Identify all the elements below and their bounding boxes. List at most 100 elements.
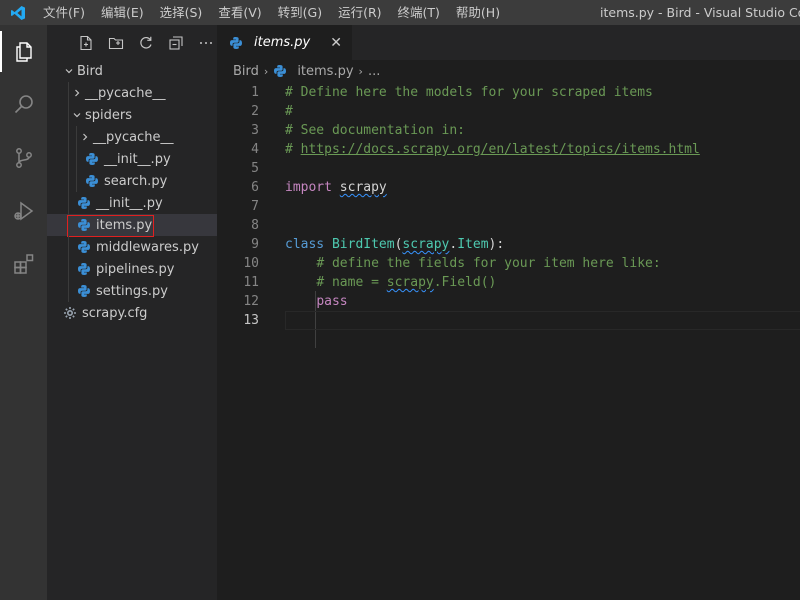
more-actions-icon[interactable] <box>196 32 217 54</box>
code-token: class <box>285 237 325 252</box>
chevron-right-icon[interactable] <box>69 88 85 98</box>
tree-item-label: __init__.py <box>104 151 171 167</box>
tree-indent-guide <box>76 148 77 170</box>
tree-folder[interactable]: spiders <box>47 104 217 126</box>
tree-file[interactable]: items.py <box>47 214 217 237</box>
code-line: 2 # <box>217 102 800 121</box>
code-text: pass <box>285 292 347 311</box>
close-icon[interactable]: ✕ <box>330 35 342 51</box>
line-number: 2 <box>251 104 259 119</box>
new-file-icon[interactable] <box>75 32 96 54</box>
extensions-icon[interactable] <box>0 237 47 290</box>
python-file-icon <box>85 174 99 188</box>
code-token: Item <box>457 237 489 252</box>
breadcrumb-more[interactable]: ... <box>368 64 380 79</box>
tree-indent-guide <box>68 170 69 192</box>
code-editor[interactable]: 1 # Define here the models for your scrap… <box>217 82 800 348</box>
python-file-icon <box>229 36 243 50</box>
breadcrumb-file[interactable]: items.py <box>297 64 353 79</box>
tab-items-py[interactable]: items.py ✕ <box>217 25 352 60</box>
title-bar: 文件(F) 编辑(E) 选择(S) 查看(V) 转到(G) 运行(R) 终端(T) 帮助(H)… <box>0 0 800 25</box>
tree-indent-guide <box>68 236 69 258</box>
code-token: # See documentation in: <box>285 123 466 138</box>
explorer-icon[interactable] <box>0 25 47 78</box>
tree-indent-guide <box>68 258 69 280</box>
line-number: 1 <box>251 85 259 100</box>
code-text: # See documentation in: <box>285 121 465 140</box>
code-token: # <box>285 104 293 119</box>
code-line: 8 <box>217 216 800 235</box>
tree-item-label: scrapy.cfg <box>82 305 148 321</box>
menu-item[interactable]: 查看(V) <box>210 0 269 25</box>
menu-item[interactable]: 帮助(H) <box>448 0 508 25</box>
python-file-icon <box>273 64 287 78</box>
tree-indent-guide <box>68 82 69 104</box>
tree-item-label: search.py <box>104 173 168 189</box>
tree-folder[interactable]: __pycache__ <box>47 126 217 148</box>
tree-folder[interactable]: __pycache__ <box>47 82 217 104</box>
menu-item[interactable]: 文件(F) <box>35 0 93 25</box>
chevron-down-icon[interactable] <box>69 110 85 120</box>
tree-indent-guide <box>68 104 69 126</box>
breadcrumb-folder[interactable]: Bird <box>233 64 259 79</box>
editor-group: items.py ✕ Bird › items.py › ... 1 # Defi… <box>217 25 800 600</box>
code-line: 1 # Define here the models for your scrap… <box>217 83 800 102</box>
code-token: # Define here the models for your scrape… <box>285 85 653 100</box>
code-line: 5 <box>217 159 800 178</box>
tree-file[interactable]: __init__.py <box>47 192 217 214</box>
tree-file[interactable]: scrapy.cfg <box>47 302 217 324</box>
new-folder-icon[interactable] <box>105 32 126 54</box>
gear-icon <box>63 306 77 320</box>
code-token: scrapy <box>402 237 450 252</box>
python-file-icon <box>77 284 91 298</box>
code-text: # https://docs.scrapy.org/en/latest/topi… <box>285 140 700 159</box>
tree-folder[interactable]: Bird <box>47 60 217 82</box>
line-number: 12 <box>243 294 259 309</box>
tree-file[interactable]: middlewares.py <box>47 236 217 258</box>
tree-indent-guide <box>68 148 69 170</box>
chevron-right-icon[interactable] <box>77 132 93 142</box>
code-line: 10 # define the fields for your item her… <box>217 254 800 273</box>
code-token: BirdItem <box>331 237 395 252</box>
breadcrumb: Bird › items.py › ... <box>217 60 800 82</box>
menu-item[interactable]: 选择(S) <box>152 0 211 25</box>
menu-item[interactable]: 转到(G) <box>270 0 330 25</box>
tree-indent-guide <box>68 192 69 214</box>
chevron-down-icon[interactable] <box>61 66 77 76</box>
tree-item-label: __pycache__ <box>93 129 174 145</box>
code-token[interactable]: https://docs.scrapy.org/en/latest/topics… <box>301 142 700 157</box>
code-line: 13 <box>217 311 800 330</box>
code-line: 7 <box>217 197 800 216</box>
code-line: 9 class BirdItem(scrapy.Item): <box>217 235 800 254</box>
collapse-all-icon[interactable] <box>166 32 187 54</box>
code-line: 11 # name = scrapy.Field() <box>217 273 800 292</box>
menu-item[interactable]: 编辑(E) <box>93 0 152 25</box>
code-line: 3 # See documentation in: <box>217 121 800 140</box>
code-text: class BirdItem(scrapy.Item): <box>285 235 504 254</box>
tab-bar: items.py ✕ <box>217 25 800 60</box>
run-debug-icon[interactable] <box>0 184 47 237</box>
tree-file[interactable]: search.py <box>47 170 217 192</box>
menu-item[interactable]: 运行(R) <box>330 0 389 25</box>
line-number: 7 <box>251 199 259 214</box>
menu-item[interactable]: 终端(T) <box>390 0 448 25</box>
source-control-icon[interactable] <box>0 131 47 184</box>
code-token: # <box>285 142 301 157</box>
code-line: 4 # https://docs.scrapy.org/en/latest/top… <box>217 140 800 159</box>
code-line: 12 pass <box>217 292 800 311</box>
tree-file[interactable]: settings.py <box>47 280 217 302</box>
tree-file[interactable]: pipelines.py <box>47 258 217 280</box>
tree-file[interactable]: __init__.py <box>47 148 217 170</box>
python-file-icon <box>77 262 91 276</box>
tree-item-label: spiders <box>85 107 133 123</box>
code-line: 6 import scrapy <box>217 178 800 197</box>
refresh-icon[interactable] <box>135 32 156 54</box>
python-file-icon <box>85 152 99 166</box>
line-number: 9 <box>251 237 259 252</box>
chevron-right-icon: › <box>263 64 269 78</box>
search-icon[interactable] <box>0 78 47 131</box>
